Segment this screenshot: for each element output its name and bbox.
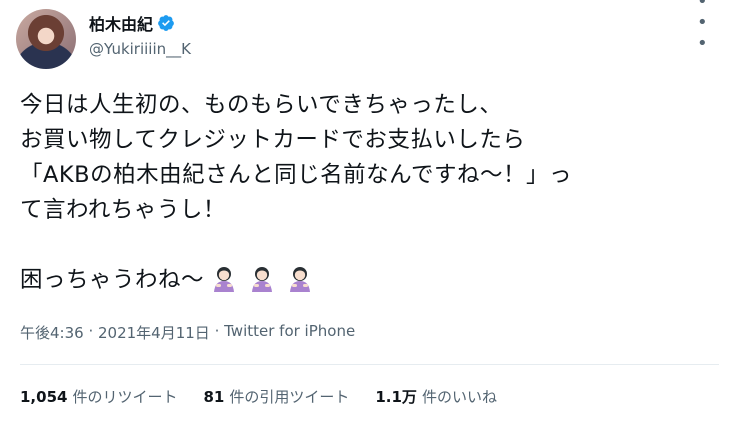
avatar[interactable]: [16, 9, 76, 69]
quotes-stat[interactable]: 81 件の引用ツイート: [203, 386, 349, 407]
tweet-line: 「AKBの柏木由紀さんと同じ名前なんですね〜！」っ: [20, 162, 572, 188]
emoji-group: [210, 265, 314, 293]
tweet-meta: 午後4:36 · 2021年4月11日 · Twitter for iPhone: [20, 322, 355, 343]
quotes-count: 81: [203, 388, 225, 406]
likes-stat[interactable]: 1.1万 件のいいね: [375, 386, 497, 407]
more-options-icon[interactable]: • • •: [697, 0, 725, 54]
retweets-stat[interactable]: 1,054 件のリツイート: [20, 386, 177, 407]
quotes-label: 件の引用ツイート: [229, 388, 350, 406]
likes-count: 1.1万: [375, 388, 417, 406]
meta-separator: ·: [83, 322, 98, 340]
retweets-label: 件のリツイート: [72, 388, 178, 406]
verified-badge-icon: [158, 15, 174, 31]
tweet-time[interactable]: 午後4:36: [20, 322, 84, 343]
woman-bowing-emoji-icon: [290, 267, 311, 292]
tweet-line: お買い物してクレジットカードでお支払いしたら: [20, 127, 526, 153]
tweet-line: て言われちゃうし！: [20, 197, 226, 223]
woman-bowing-emoji-icon: [252, 267, 273, 292]
user-handle[interactable]: @Yukiriiiin__K: [89, 40, 191, 58]
tweet-text: 今日は人生初の、ものもらいできちゃったし、 お買い物してクレジットカードでお支払…: [20, 88, 720, 298]
tweet-closing-text: 困っちゃうわね〜: [20, 267, 205, 293]
display-name[interactable]: 柏木由紀: [89, 11, 153, 35]
meta-separator: ·: [209, 322, 225, 340]
likes-label: 件のいいね: [421, 388, 497, 406]
tweet-line: 今日は人生初の、ものもらいできちゃったし、: [20, 92, 503, 118]
tweet-line-closing: 困っちゃうわね〜: [20, 263, 720, 298]
tweet-date[interactable]: 2021年4月11日: [98, 322, 210, 343]
engagement-stats: 1,054 件のリツイート 81 件の引用ツイート 1.1万 件のいいね: [20, 386, 497, 407]
tweet-header: 柏木由紀 @Yukiriiiin__K: [89, 12, 191, 58]
woman-bowing-emoji-icon: [214, 267, 235, 292]
tweet-source[interactable]: Twitter for iPhone: [224, 322, 355, 343]
divider: [20, 364, 719, 365]
retweets-count: 1,054: [20, 388, 68, 406]
